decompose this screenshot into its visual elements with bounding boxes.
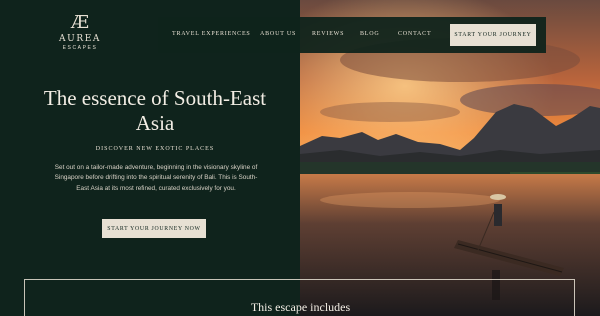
hero-description: Set out on a tailor-made adventure, begi… (54, 164, 258, 192)
logo-subtitle: ESCAPES (62, 45, 98, 51)
logo-name: AUREA (59, 34, 101, 44)
nav-travel-experiences[interactable]: TRAVEL EXPERIENCES (172, 31, 251, 37)
logo-monogram: Æ (70, 12, 90, 33)
nav-reviews[interactable]: REVIEWS (312, 31, 344, 37)
hero-subtitle: DISCOVER NEW EXOTIC PLACES (95, 146, 215, 152)
nav-contact[interactable]: CONTACT (398, 31, 431, 37)
brand-logo[interactable]: Æ AUREA ESCAPES (54, 14, 106, 52)
start-your-journey-now-button[interactable]: START YOUR JOURNEY NOW (102, 219, 206, 238)
main-navigation: TRAVEL EXPERIENCES ABOUT US REVIEWS BLOG… (158, 17, 546, 53)
hero-title: The essence of South-East Asia (43, 86, 267, 135)
start-your-journey-button[interactable]: START YOUR JOURNEY (450, 24, 536, 46)
nav-about-us[interactable]: ABOUT US (260, 31, 296, 37)
includes-section: This escape includes (24, 279, 575, 316)
page: Æ AUREA ESCAPES TRAVEL EXPERIENCES ABOUT… (0, 0, 600, 316)
includes-title: This escape includes (250, 300, 351, 314)
nav-blog[interactable]: BLOG (360, 31, 380, 37)
